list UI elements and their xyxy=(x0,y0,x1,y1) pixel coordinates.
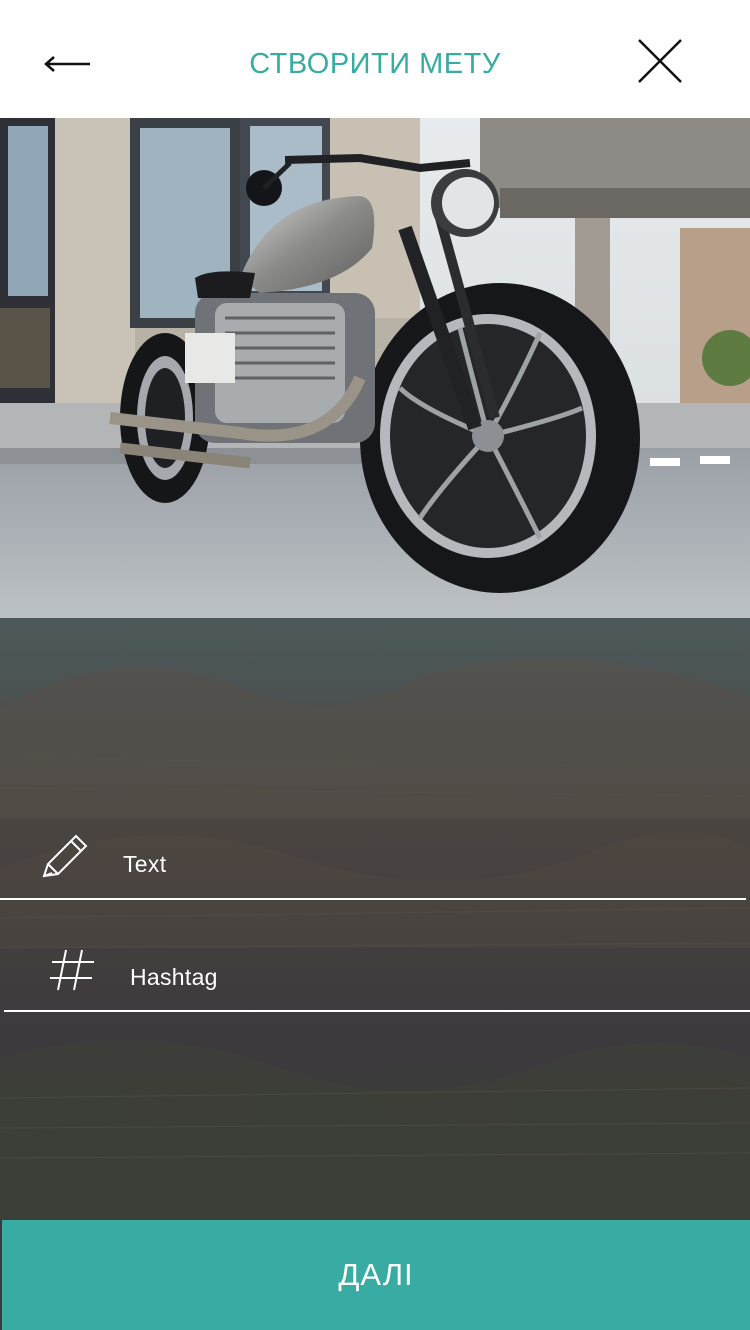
text-field[interactable]: Text xyxy=(0,820,746,900)
pencil-icon xyxy=(42,834,88,878)
text-field-label: Text xyxy=(123,851,167,877)
hashtag-field-underline xyxy=(4,1010,750,1012)
close-icon xyxy=(638,39,682,83)
hashtag-icon xyxy=(50,949,94,991)
hashtag-field[interactable]: Hashtag xyxy=(4,932,750,1012)
background-landscape xyxy=(0,618,750,1220)
motorcycle-photo xyxy=(0,118,750,618)
hashtag-field-label: Hashtag xyxy=(130,964,218,990)
header-bar: СТВОРИТИ МЕТУ xyxy=(0,0,750,118)
close-button[interactable] xyxy=(632,34,688,90)
next-button[interactable]: ДАЛІ xyxy=(2,1220,750,1330)
text-field-underline xyxy=(0,898,746,900)
